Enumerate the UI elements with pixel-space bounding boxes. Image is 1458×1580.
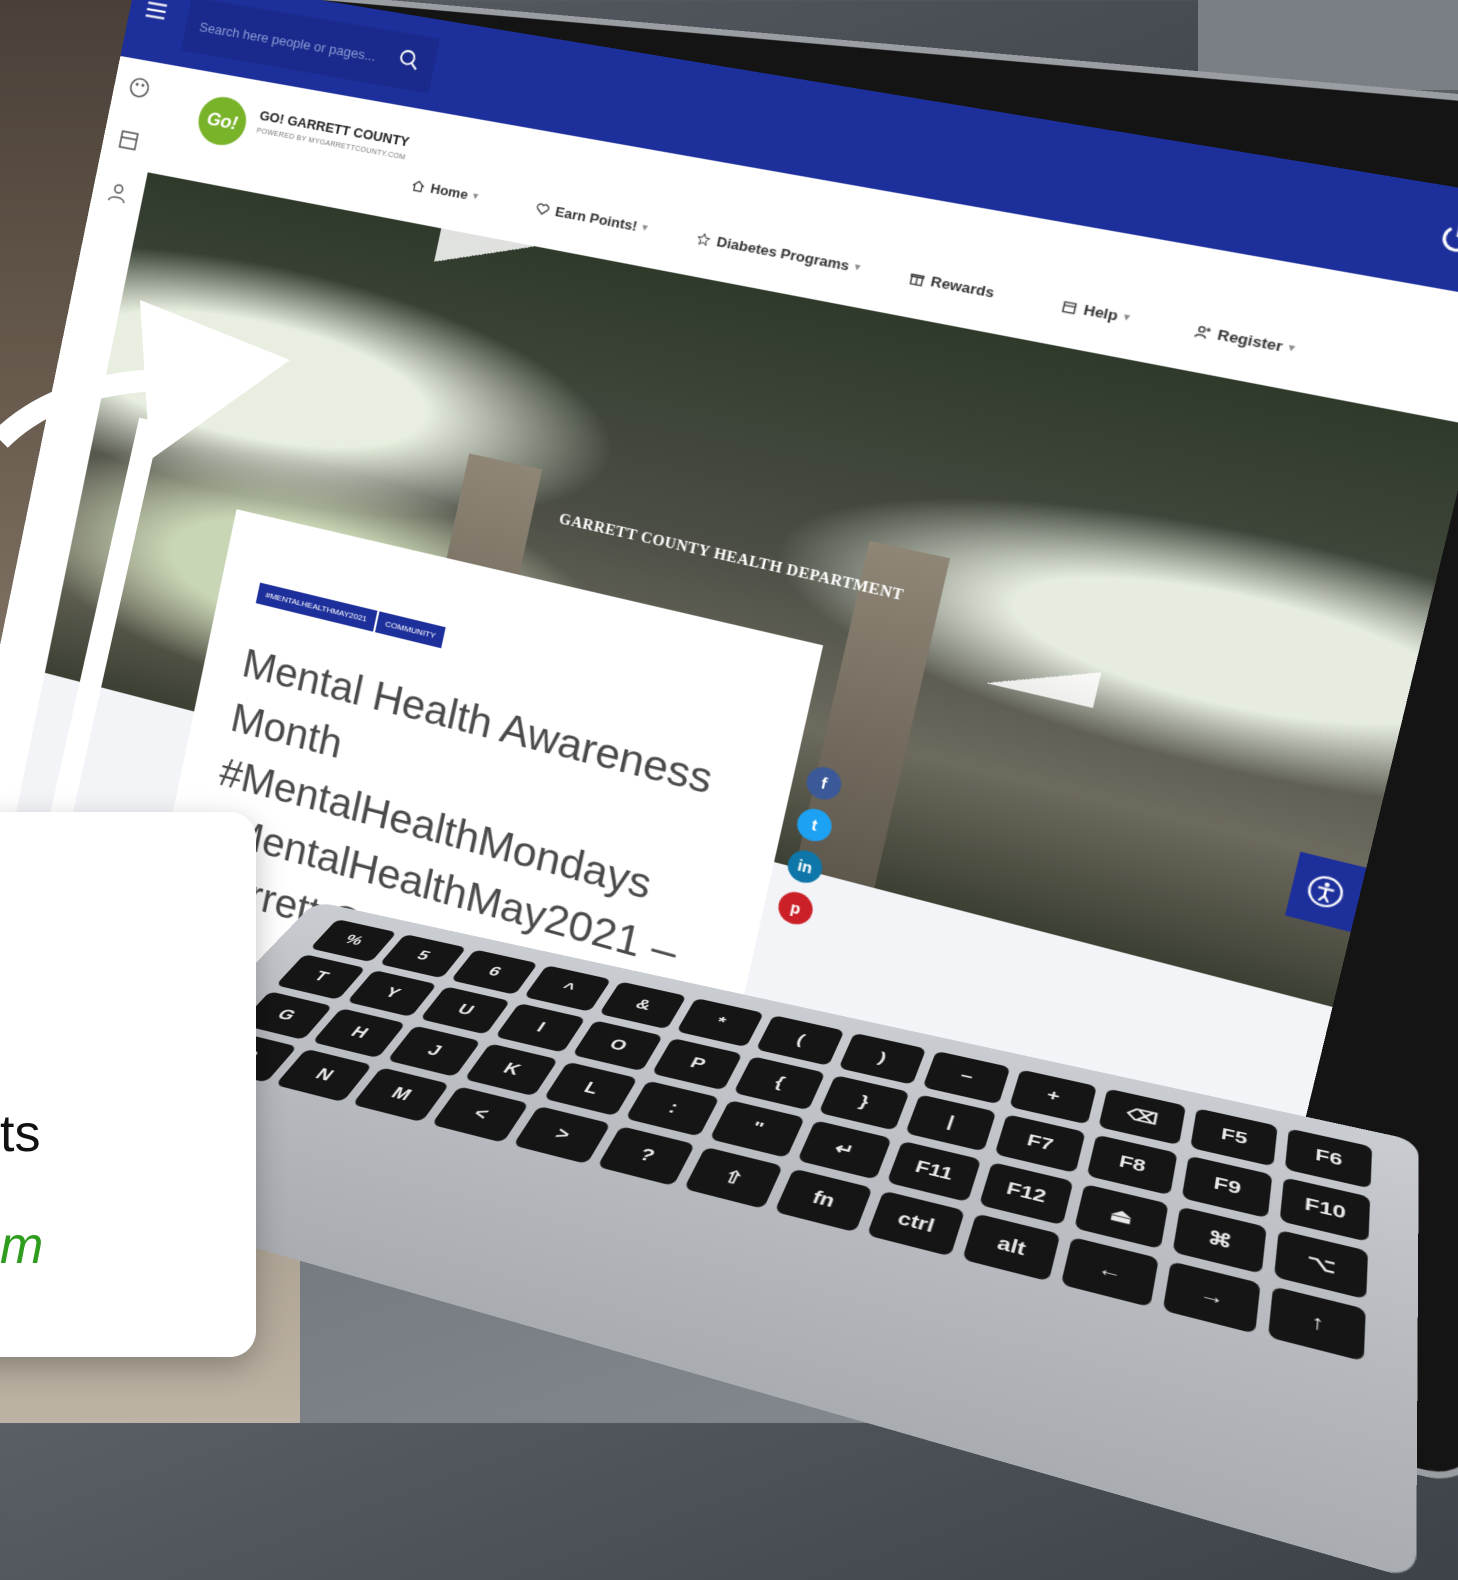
keyboard-key[interactable]: J — [387, 1026, 481, 1077]
chevron-down-icon: ▾ — [853, 261, 861, 274]
chevron-down-icon: ▾ — [1122, 311, 1130, 324]
nav-diabetes-programs-label: Diabetes Programs — [715, 233, 851, 273]
keyboard-key[interactable]: ⏏ — [1074, 1184, 1168, 1249]
keyboard-key[interactable]: F11 — [886, 1141, 981, 1202]
keyboard-key[interactable]: < — [432, 1086, 530, 1143]
power-icon[interactable] — [1434, 218, 1458, 259]
home-icon — [410, 177, 427, 194]
pinterest-icon: p — [789, 899, 802, 918]
keyboard-key[interactable]: F9 — [1181, 1156, 1272, 1219]
pinterest-share-button[interactable]: p — [775, 888, 816, 928]
nav-diabetes-programs[interactable]: Diabetes Programs ▾ — [694, 230, 861, 276]
keyboard-key[interactable]: alt — [962, 1213, 1060, 1281]
heart-icon — [534, 200, 552, 217]
menu-icon[interactable] — [141, 0, 171, 25]
accessibility-icon — [1303, 871, 1349, 913]
nav-home[interactable]: Home ▾ — [410, 177, 480, 205]
keyboard-key[interactable]: I — [495, 1003, 586, 1053]
chevron-down-icon: ▾ — [1287, 342, 1296, 355]
chevron-down-icon: ▾ — [472, 190, 479, 202]
keyboard-key[interactable]: ) — [838, 1033, 926, 1085]
keyboard-key[interactable]: & — [599, 981, 687, 1029]
nav-earn-points[interactable]: Earn Points! ▾ — [534, 200, 649, 236]
keyboard-key[interactable]: ctrl — [866, 1191, 964, 1257]
keyboard-key[interactable]: ? — [597, 1126, 695, 1186]
keyboard-key[interactable]: + — [1009, 1069, 1097, 1124]
keyboard-key[interactable]: ^ — [524, 965, 612, 1012]
star-icon — [694, 230, 713, 247]
dashboard-icon[interactable] — [115, 127, 143, 155]
keyboard-key[interactable]: : — [626, 1081, 720, 1137]
keyboard-key[interactable]: F5 — [1190, 1108, 1278, 1166]
keyboard-key[interactable]: K — [464, 1043, 558, 1096]
nav-help-label: Help — [1082, 301, 1120, 324]
calendar-icon — [1059, 298, 1079, 316]
keyboard-key[interactable]: F12 — [979, 1162, 1074, 1225]
keyboard-key[interactable]: ( — [756, 1015, 844, 1066]
keyboard-key[interactable]: M — [352, 1067, 450, 1122]
keyboard-key[interactable]: " — [710, 1100, 805, 1158]
keyboard-key[interactable]: ← — [1060, 1237, 1158, 1307]
user-plus-icon — [1193, 322, 1214, 341]
search-icon[interactable] — [396, 47, 423, 73]
user-icon[interactable] — [104, 179, 131, 207]
keyboard-key[interactable]: L — [544, 1062, 638, 1116]
nav-rewards[interactable]: Rewards — [907, 269, 996, 301]
tag-community[interactable]: COMMUNITY — [375, 611, 446, 648]
keyboard-key[interactable]: | — [905, 1094, 996, 1151]
keyboard-key[interactable]: 6 — [451, 950, 538, 995]
keyboard-key[interactable]: * — [677, 998, 765, 1047]
keyboard-key[interactable]: ↵ — [797, 1120, 892, 1179]
keyboard-key[interactable]: ↑ — [1268, 1286, 1366, 1361]
keyboard-key[interactable]: H — [312, 1008, 406, 1058]
keyboard-key[interactable]: { — [734, 1056, 825, 1110]
facebook-icon: f — [819, 774, 828, 792]
chevron-down-icon: ▾ — [641, 222, 648, 234]
keyboard-key[interactable]: F7 — [994, 1114, 1085, 1173]
keyboard-key[interactable]: N — [275, 1049, 372, 1102]
callout-text: ts — [0, 1104, 40, 1164]
nav-help[interactable]: Help ▾ — [1059, 297, 1131, 326]
gift-icon — [907, 270, 927, 288]
keyboard-key[interactable]: > — [513, 1106, 611, 1164]
keyboard-key[interactable]: ⌫ — [1098, 1088, 1186, 1145]
keyboard-key[interactable]: ⌘ — [1172, 1206, 1266, 1273]
nav-rewards-label: Rewards — [929, 273, 996, 301]
keyboard-key[interactable]: → — [1162, 1261, 1260, 1334]
keyboard-key[interactable]: fn — [774, 1168, 872, 1232]
keyboard-key[interactable]: U — [420, 986, 511, 1034]
keyboard-key[interactable]: P — [652, 1038, 743, 1090]
keyboard-key[interactable]: − — [922, 1051, 1010, 1104]
callout-link[interactable]: m — [0, 1216, 43, 1276]
keyboard-key[interactable]: O — [572, 1020, 663, 1071]
keyboard-key[interactable]: ⇧ — [684, 1147, 782, 1209]
nav-home-label: Home — [429, 180, 469, 202]
arrow-graphic — [0, 300, 320, 820]
linkedin-icon: in — [796, 857, 814, 877]
keyboard-key[interactable]: ⌥ — [1274, 1230, 1368, 1300]
keyboard-key[interactable]: Y — [347, 970, 437, 1017]
callout-card: ts m — [0, 812, 256, 1357]
nav-register-label: Register — [1216, 326, 1285, 355]
nav-earn-points-label: Earn Points! — [554, 203, 639, 234]
twitter-icon: t — [810, 816, 819, 834]
site-logo[interactable]: Go! — [194, 93, 250, 149]
search-placeholder: Search here people or pages... — [198, 19, 377, 64]
keyboard-key[interactable]: F8 — [1086, 1135, 1177, 1196]
palette-icon[interactable] — [126, 74, 154, 102]
keyboard-key[interactable]: } — [818, 1075, 909, 1131]
keyboard-key[interactable]: T — [276, 954, 366, 1000]
nav-register[interactable]: Register ▾ — [1192, 322, 1296, 357]
keyboard-key[interactable]: % — [310, 919, 397, 962]
keyboard-key[interactable]: 5 — [379, 934, 466, 978]
